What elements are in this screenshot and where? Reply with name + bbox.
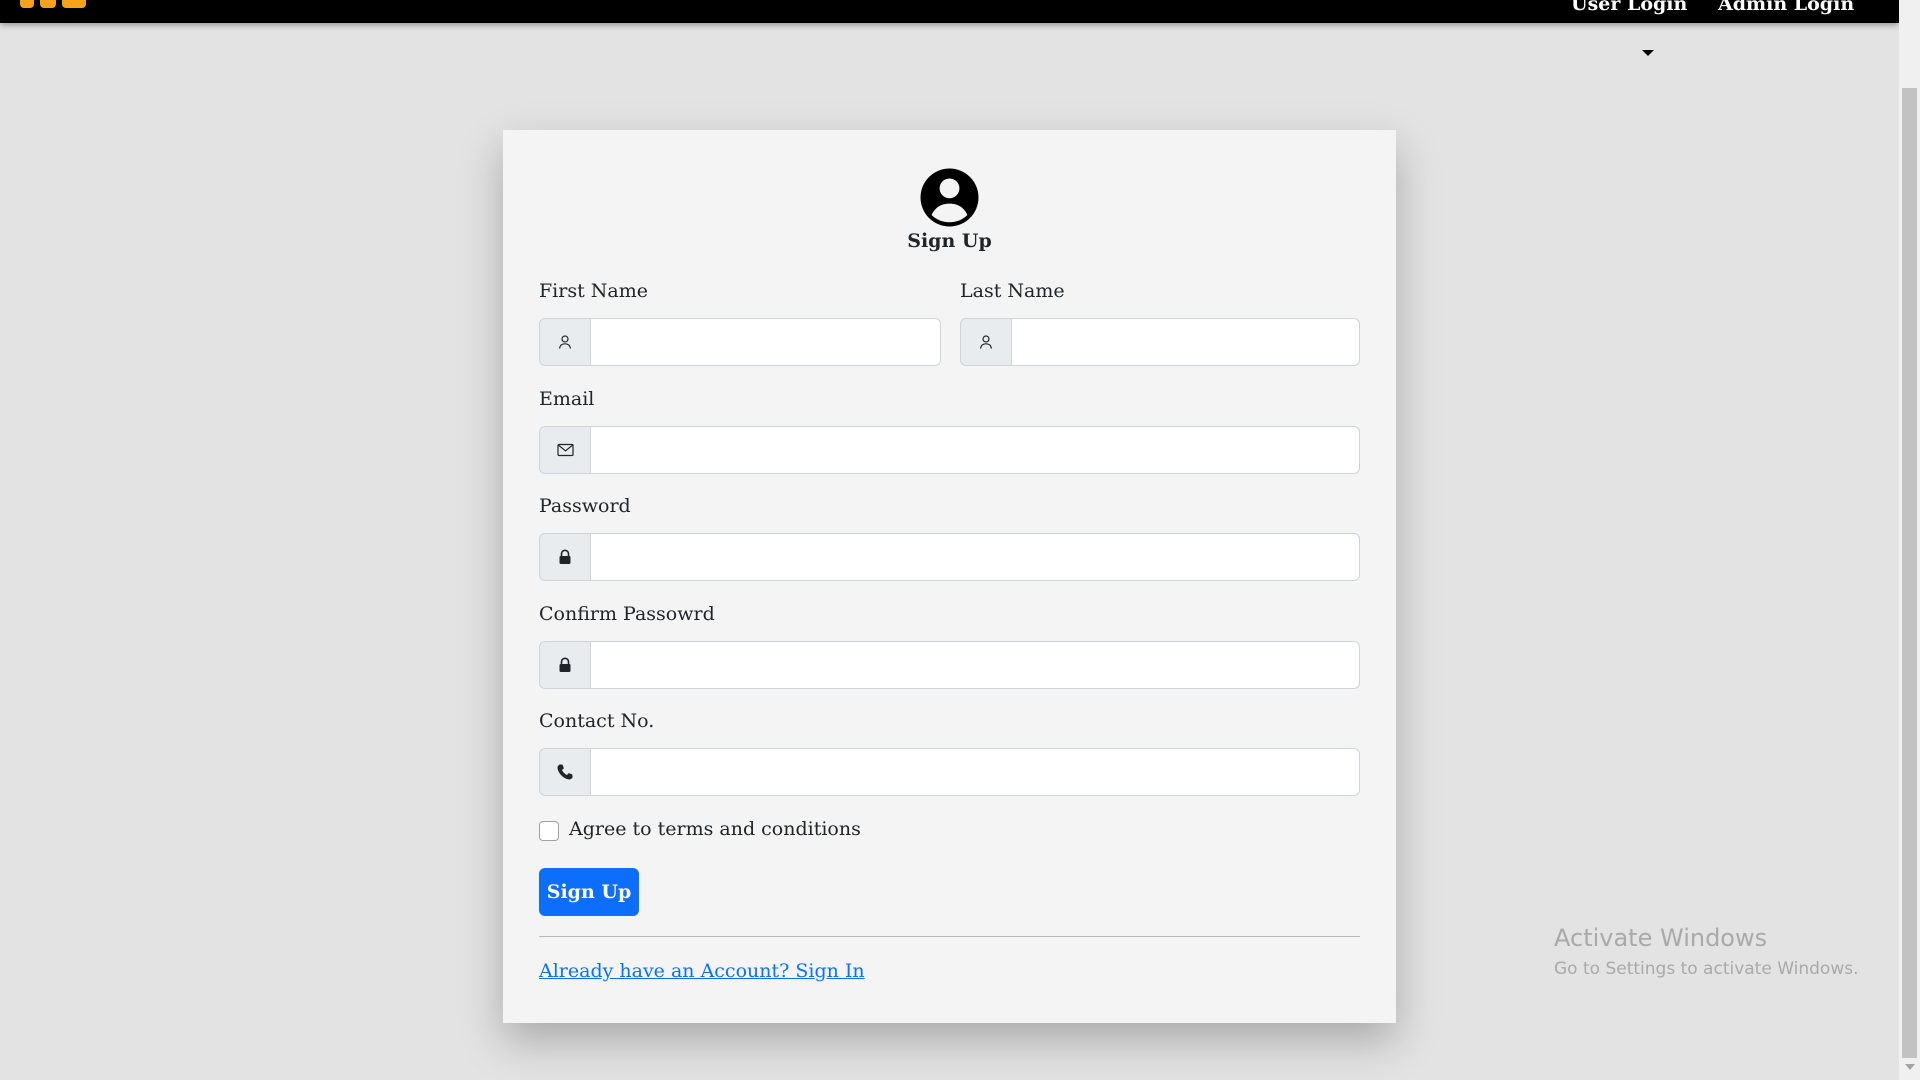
password-label: Password — [539, 495, 631, 517]
terms-checkbox[interactable] — [539, 821, 559, 841]
password-group — [539, 533, 1360, 581]
first-name-label: First Name — [539, 280, 648, 302]
activate-windows-subtitle: Go to Settings to activate Windows. — [1554, 959, 1859, 979]
divider — [539, 936, 1360, 937]
scroll-down-arrow-icon[interactable] — [1905, 1064, 1915, 1070]
user-icon — [960, 318, 1012, 366]
last-name-input[interactable] — [1012, 318, 1360, 366]
first-name-group — [539, 318, 941, 366]
email-group — [539, 426, 1360, 474]
last-name-label: Last Name — [960, 280, 1065, 302]
top-navbar: User Login Admin Login — [0, 0, 1899, 23]
signup-card: Sign Up First Name Last Name Email Passw… — [503, 130, 1396, 1023]
nav-user-login[interactable]: User Login — [1571, 0, 1687, 15]
brand-logo[interactable] — [20, 0, 86, 8]
email-label: Email — [539, 388, 595, 410]
first-name-input[interactable] — [591, 318, 941, 366]
email-input[interactable] — [591, 426, 1360, 474]
password-input[interactable] — [591, 533, 1360, 581]
phone-icon — [539, 748, 591, 796]
last-name-group — [960, 318, 1360, 366]
lock-icon — [539, 533, 591, 581]
scrollbar-thumb[interactable] — [1902, 88, 1917, 1058]
terms-label[interactable]: Agree to terms and conditions — [569, 818, 861, 840]
form-title: Sign Up — [907, 230, 992, 252]
activate-windows-title: Activate Windows — [1554, 924, 1768, 952]
confirm-password-input[interactable] — [591, 641, 1360, 689]
dropdown-caret-icon[interactable] — [1642, 50, 1654, 56]
user-circle-icon — [919, 167, 980, 228]
contact-label: Contact No. — [539, 710, 655, 732]
confirm-password-label: Confirm Passowrd — [539, 603, 715, 625]
contact-input[interactable] — [591, 748, 1360, 796]
user-icon — [539, 318, 591, 366]
nav-admin-login[interactable]: Admin Login — [1718, 0, 1854, 15]
confirm-password-group — [539, 641, 1360, 689]
signin-link[interactable]: Already have an Account? Sign In — [539, 960, 865, 982]
page-scrollbar[interactable] — [1899, 0, 1920, 1080]
signup-button[interactable]: Sign Up — [539, 868, 639, 916]
contact-group — [539, 748, 1360, 796]
envelope-icon — [539, 426, 591, 474]
lock-icon — [539, 641, 591, 689]
